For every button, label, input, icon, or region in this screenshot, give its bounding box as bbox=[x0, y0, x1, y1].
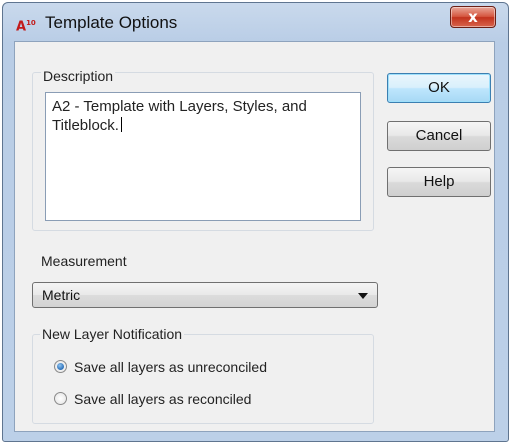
chevron-down-icon bbox=[358, 293, 368, 299]
measurement-label: Measurement bbox=[41, 253, 127, 269]
radio-label-unreconciled: Save all layers as unreconciled bbox=[74, 359, 267, 375]
cancel-button[interactable]: Cancel bbox=[387, 121, 491, 151]
close-icon: x bbox=[468, 8, 478, 26]
description-label: Description bbox=[41, 68, 116, 84]
window-title: Template Options bbox=[45, 13, 178, 32]
help-button[interactable]: Help bbox=[387, 167, 491, 197]
ok-button[interactable]: OK bbox=[387, 73, 491, 103]
radio-button-unchecked[interactable] bbox=[54, 392, 67, 405]
description-textarea[interactable]: A2 - Template with Layers, Styles, and T… bbox=[45, 92, 361, 221]
radio-label-reconciled: Save all layers as reconciled bbox=[74, 391, 252, 407]
template-options-dialog: A10 Template Options x Description A2 - … bbox=[2, 2, 509, 442]
layer-notification-group bbox=[32, 334, 374, 424]
radio-button-checked[interactable] bbox=[54, 360, 67, 373]
dialog-body: Description A2 - Template with Layers, S… bbox=[14, 41, 495, 432]
close-button[interactable]: x bbox=[450, 6, 496, 28]
autocad-app-icon: A10 bbox=[16, 19, 36, 35]
measurement-selected-value: Metric bbox=[42, 287, 81, 303]
layer-notification-label: New Layer Notification bbox=[40, 326, 185, 342]
title-bar[interactable]: A10 Template Options x bbox=[3, 3, 508, 41]
measurement-dropdown[interactable]: Metric bbox=[32, 282, 378, 308]
text-cursor bbox=[120, 117, 122, 132]
